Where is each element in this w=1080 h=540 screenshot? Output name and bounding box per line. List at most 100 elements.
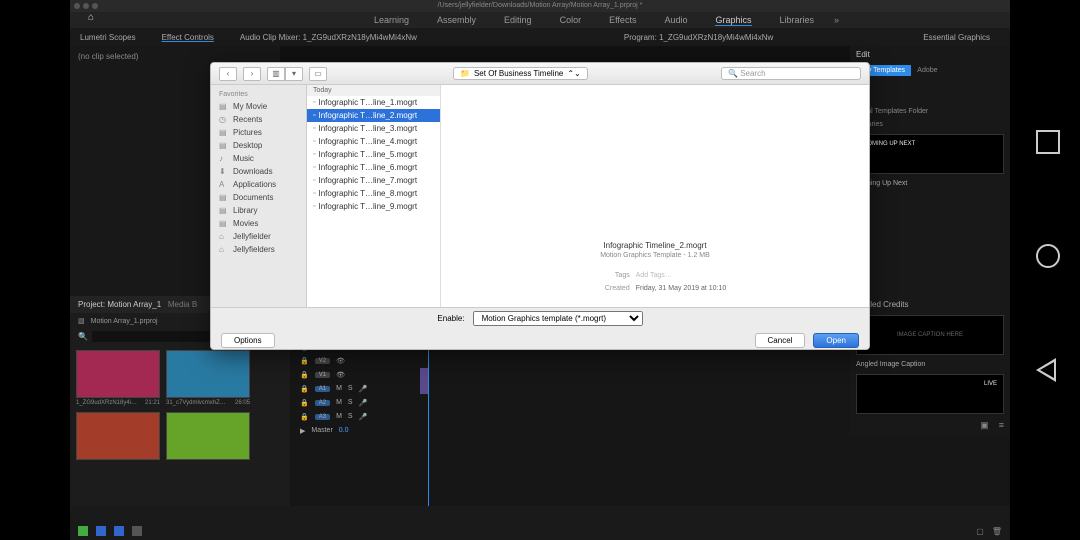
dialog-footer: Options Cancel Open — [211, 329, 869, 350]
essential-graphics-lower: Angled Credits IMAGE CAPTION HERE Angled… — [850, 296, 1010, 435]
workspace-learning[interactable]: Learning — [374, 15, 409, 26]
workspace-audio[interactable]: Audio — [664, 15, 687, 26]
project-tab[interactable]: Project: Motion Array_1 — [78, 300, 161, 309]
new-bin-icon[interactable]: ▢ — [976, 527, 984, 536]
search-icon[interactable]: 🔍 — [78, 332, 88, 341]
dialog-search[interactable]: 🔍 Search — [721, 67, 861, 80]
video-track[interactable]: 🔒V2👁 — [300, 354, 390, 367]
trash-icon[interactable]: 🗑 — [992, 527, 1002, 536]
tab-adobe[interactable]: Adobe — [917, 67, 937, 74]
audio-track[interactable]: 🔒A3MS🎤 — [300, 410, 390, 423]
audio-track[interactable]: 🔒A2MS🎤 — [300, 396, 390, 409]
sidebar-item-desktop[interactable]: ▤Desktop — [211, 139, 306, 152]
freeform-icon[interactable] — [132, 526, 142, 536]
sidebar-item-jellyfielder[interactable]: ⌂Jellyfielder — [211, 230, 306, 243]
workspace-libraries[interactable]: Libraries — [780, 15, 815, 26]
sidebar-icon: ⌂ — [219, 245, 229, 254]
tab-lumetri[interactable]: Lumetri Scopes — [80, 33, 136, 42]
sidebar-item-recents[interactable]: ◷Recents — [211, 113, 306, 126]
sidebar-icon: ▤ — [219, 219, 229, 228]
file-item[interactable]: ▫Infographic T…line_6.mogrt — [307, 161, 440, 174]
project-clip[interactable] — [166, 412, 250, 462]
file-icon: ▫ — [313, 190, 315, 197]
cancel-button[interactable]: Cancel — [755, 333, 806, 348]
template-thumb-2[interactable]: IMAGE CAPTION HERE — [856, 315, 1004, 355]
file-item[interactable]: ▫Infographic T…line_1.mogrt — [307, 96, 440, 109]
window-titlebar: /Users/jellyfielder/Downloads/Motion Arr… — [70, 0, 1010, 12]
sidebar-icon: ▤ — [219, 141, 229, 150]
video-track[interactable]: 🔒V1👁 — [300, 368, 390, 381]
view-dropdown-button[interactable]: ▾ — [285, 67, 303, 81]
nav-back-button[interactable]: ‹ — [219, 67, 237, 81]
workspace-color[interactable]: Color — [560, 15, 582, 26]
audio-track[interactable]: 🔒A1MS🎤 — [300, 382, 390, 395]
tab-program[interactable]: Program: 1_ZG9udXRzN18yMi4wMi4xNw — [624, 33, 773, 42]
sidebar-icon: ⬇ — [219, 167, 229, 176]
file-open-dialog: ‹ › ▥ ▾ ▭ 📁 Set Of Business Timeline ⌃⌄ … — [210, 62, 870, 350]
sidebar-item-documents[interactable]: ▤Documents — [211, 191, 306, 204]
options-button[interactable]: Options — [221, 333, 275, 348]
open-button[interactable]: Open — [813, 333, 859, 348]
media-tab[interactable]: Media B — [168, 300, 197, 309]
tags-key: Tags — [584, 269, 630, 282]
master-track[interactable]: ▶Master0.0 — [300, 424, 390, 437]
workspace-editing[interactable]: Editing — [504, 15, 532, 26]
os-square-icon[interactable] — [1036, 130, 1060, 154]
template-thumb-1[interactable]: COMING UP NEXT — [856, 134, 1004, 174]
sidebar-icon: A — [219, 180, 229, 189]
traffic-lights[interactable] — [74, 3, 98, 9]
sidebar-item-music[interactable]: ♪Music — [211, 152, 306, 165]
workspace-assembly[interactable]: Assembly — [437, 15, 476, 26]
file-item[interactable]: ▫Infographic T…line_5.mogrt — [307, 148, 440, 161]
new-item-icon[interactable] — [78, 526, 88, 536]
enable-select[interactable]: Motion Graphics template (*.mogrt) — [473, 311, 643, 326]
tags-value[interactable]: Add Tags… — [636, 272, 672, 279]
template-thumb-3[interactable]: LIVE — [856, 374, 1004, 414]
nav-forward-button[interactable]: › — [243, 67, 261, 81]
file-group-header: Today — [307, 85, 440, 96]
template-label-2: Angled Image Caption — [856, 361, 1004, 368]
section-angled: Angled Credits — [856, 300, 1004, 309]
timeline-clip[interactable] — [420, 368, 428, 394]
file-item[interactable]: ▫Infographic T…line_9.mogrt — [307, 200, 440, 213]
group-button[interactable]: ▭ — [309, 67, 327, 81]
file-item[interactable]: ▫Infographic T…line_2.mogrt — [307, 109, 440, 122]
project-clip[interactable]: 1_ZG9udXRzN18y4i…21:21 — [76, 350, 160, 406]
file-item[interactable]: ▫Infographic T…line_7.mogrt — [307, 174, 440, 187]
sidebar-item-jellyfielders[interactable]: ⌂Jellyfielders — [211, 243, 306, 256]
file-icon: ▫ — [313, 99, 315, 106]
workspace-graphics[interactable]: Graphics — [715, 15, 751, 26]
workspace-effects[interactable]: Effects — [609, 15, 636, 26]
import-template-icon[interactable]: ▣ — [980, 420, 989, 431]
project-clip[interactable]: 31_c7VydmlvcmxhZ…26:05 — [166, 350, 250, 406]
sidebar-header: Favorites — [211, 89, 306, 100]
overflow-icon[interactable]: » — [834, 15, 839, 25]
tab-effect-controls[interactable]: Effect Controls — [162, 33, 214, 42]
os-back-icon[interactable] — [1036, 358, 1056, 382]
template-label-1: Coming Up Next — [856, 180, 1004, 187]
icon-view-icon[interactable] — [114, 526, 124, 536]
list-view-icon[interactable] — [96, 526, 106, 536]
file-icon: ▫ — [313, 125, 315, 132]
panel-menu-icon[interactable]: ≡ — [999, 420, 1004, 431]
project-clip[interactable] — [76, 412, 160, 462]
sidebar-icon: ▤ — [219, 206, 229, 215]
sidebar-item-my-movie[interactable]: ▤My Movie — [211, 100, 306, 113]
libraries-label[interactable]: Libraries — [856, 121, 1004, 128]
file-item[interactable]: ▫Infographic T…line_8.mogrt — [307, 187, 440, 200]
path-selector[interactable]: 📁 Set Of Business Timeline ⌃⌄ — [453, 67, 588, 80]
file-item[interactable]: ▫Infographic T…line_4.mogrt — [307, 135, 440, 148]
sidebar-item-library[interactable]: ▤Library — [211, 204, 306, 217]
sidebar-item-pictures[interactable]: ▤Pictures — [211, 126, 306, 139]
file-item[interactable]: ▫Infographic T…line_3.mogrt — [307, 122, 440, 135]
sidebar-item-movies[interactable]: ▤Movies — [211, 217, 306, 230]
sidebar-item-applications[interactable]: AApplications — [211, 178, 306, 191]
tab-audio-clip-mixer[interactable]: Audio Clip Mixer: 1_ZG9udXRzN18yMi4wMi4x… — [240, 33, 417, 42]
home-icon[interactable]: ⌂ — [88, 12, 104, 28]
view-icons-button[interactable]: ▥ — [267, 67, 285, 81]
os-circle-icon[interactable] — [1036, 244, 1060, 268]
folder-icon: 📁 — [460, 69, 470, 78]
sidebar-item-downloads[interactable]: ⬇Downloads — [211, 165, 306, 178]
created-value: Friday, 31 May 2019 at 10:10 — [636, 285, 727, 292]
tab-essential-graphics[interactable]: Essential Graphics — [923, 33, 990, 42]
